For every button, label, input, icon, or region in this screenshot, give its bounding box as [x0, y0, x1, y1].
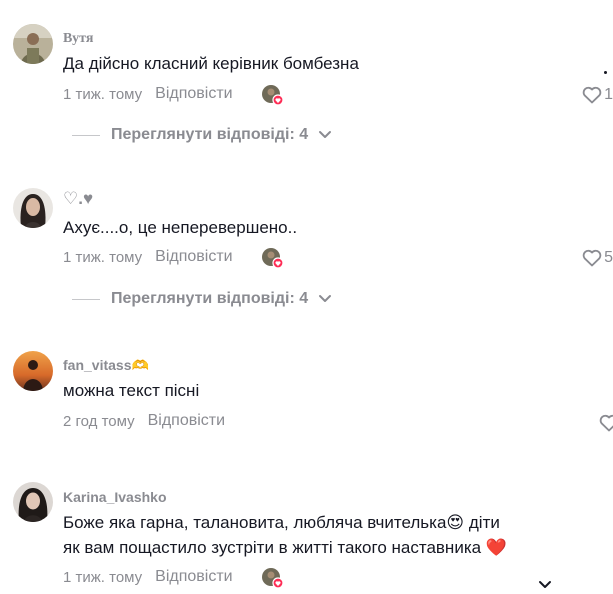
- creator-liked-badge: [261, 84, 284, 106]
- like-count: 1: [604, 86, 613, 103]
- like-count: 5: [604, 249, 613, 266]
- comment-item: fan_vitass🫶 можна текст пісні 2 год тому…: [0, 320, 613, 460]
- avatar[interactable]: [13, 24, 53, 64]
- comment-time: 1 тиж. тому: [63, 248, 143, 266]
- comment-username[interactable]: Karina_Ivashko: [63, 489, 167, 505]
- comment-time: 1 тиж. тому: [63, 568, 143, 586]
- comment-meta: 1 тиж. тому Відповісти: [63, 85, 233, 103]
- view-replies-button[interactable]: Переглянути відповіді: 4: [72, 290, 332, 308]
- view-replies-label: Переглянути відповіді: 4: [111, 290, 309, 307]
- comment-text: Да дійсно класний керівник бомбезна: [63, 54, 359, 73]
- divider-line: [72, 298, 100, 300]
- more-dot[interactable]: [604, 71, 607, 74]
- like-button[interactable]: [599, 414, 613, 432]
- comment-meta: 2 год тому Відповісти: [63, 412, 225, 430]
- avatar[interactable]: [13, 351, 53, 391]
- comment-meta: 1 тиж. тому Відповісти: [63, 568, 233, 586]
- comment-time: 1 тиж. тому: [63, 85, 143, 103]
- comment-item: Karina_Ivashko Боже яка гарна, талановит…: [0, 460, 613, 590]
- chevron-down-icon: [319, 131, 332, 138]
- reply-button[interactable]: Відповісти: [155, 568, 232, 586]
- comment-username[interactable]: ♡.♥: [63, 189, 93, 209]
- heart-outline-icon: [582, 249, 602, 267]
- reply-button[interactable]: Відповісти: [155, 85, 232, 103]
- creator-liked-badge: [261, 247, 284, 269]
- comment-text-line-1: Боже яка гарна, талановита, любляча вчит…: [63, 513, 500, 532]
- comment-item: ♡.♥ Ахує....о, це неперевершено.. 1 тиж.…: [0, 160, 613, 320]
- reply-button[interactable]: Відповісти: [148, 412, 225, 430]
- comment-time: 2 год тому: [63, 412, 135, 430]
- comment-username[interactable]: fan_vitass🫶: [63, 357, 149, 374]
- comment-meta: 1 тиж. тому Відповісти: [63, 248, 233, 266]
- view-replies-label: Переглянути відповіді: 4: [111, 126, 309, 143]
- like-button[interactable]: 5: [582, 249, 613, 267]
- chevron-down-icon: [319, 295, 332, 302]
- chevron-down-icon[interactable]: [538, 580, 552, 590]
- creator-liked-badge: [261, 567, 284, 589]
- like-button[interactable]: 1: [582, 86, 613, 104]
- divider-line: [72, 134, 100, 136]
- avatar[interactable]: [13, 482, 53, 522]
- heart-outline-icon: [599, 414, 613, 432]
- comment-text-line-2: як вам пощастило зустріти в житті такого…: [63, 538, 507, 557]
- reply-button[interactable]: Відповісти: [155, 248, 232, 266]
- avatar[interactable]: [13, 188, 53, 228]
- view-replies-button[interactable]: Переглянути відповіді: 4: [72, 126, 332, 144]
- comment-item: Вутя Да дійсно класний керівник бомбезна…: [0, 0, 613, 160]
- comment-text: Ахує....о, це неперевершено..: [63, 218, 298, 237]
- comment-username[interactable]: Вутя: [63, 31, 93, 47]
- comment-text: можна текст пісні: [63, 381, 200, 400]
- heart-outline-icon: [582, 86, 602, 104]
